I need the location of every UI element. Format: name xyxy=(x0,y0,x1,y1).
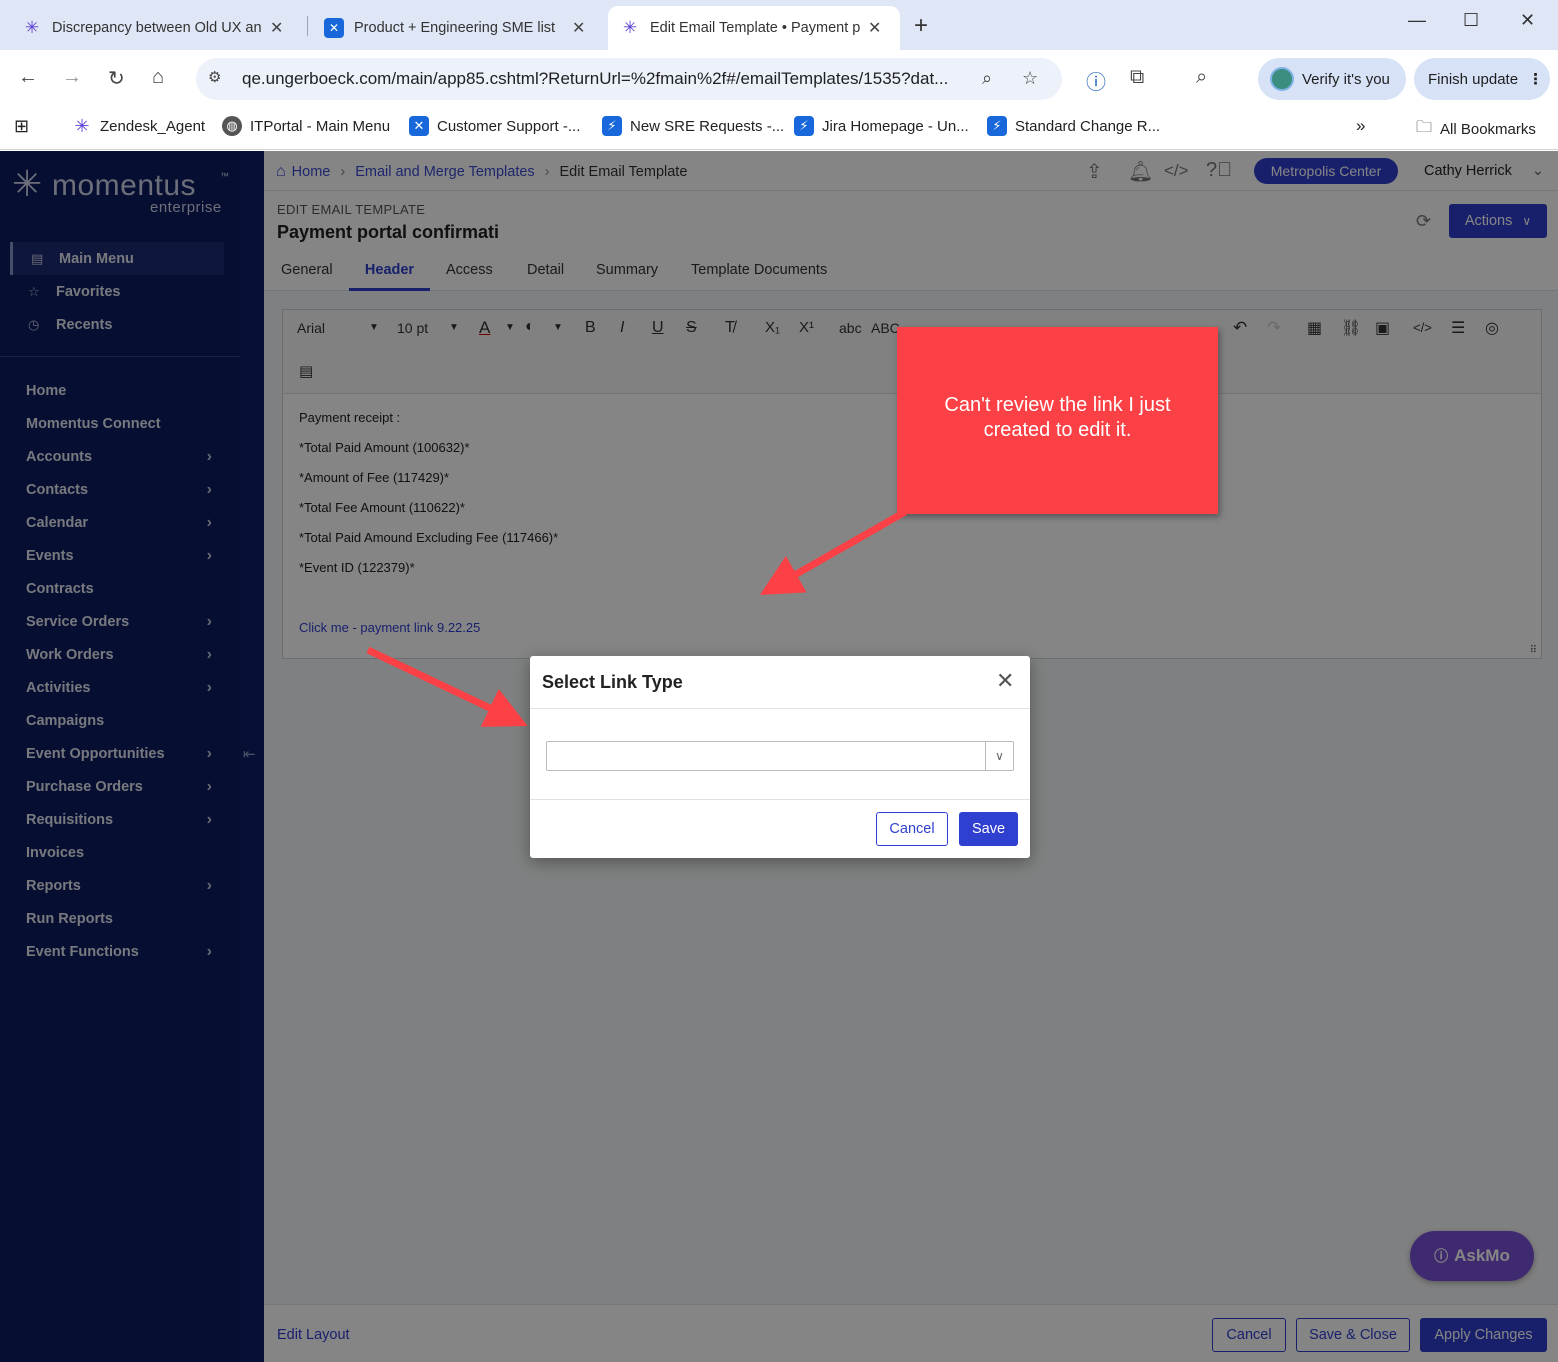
bookmark-label: New SRE Requests -... xyxy=(630,117,785,135)
back-icon[interactable]: ← xyxy=(18,66,38,89)
finish-update-button[interactable]: Finish update ⋮ xyxy=(1414,58,1550,100)
password-manager-icon[interactable]: ⓘ xyxy=(1086,66,1106,95)
dialog-divider xyxy=(530,708,1030,709)
bookmark-label: ITPortal - Main Menu xyxy=(250,117,391,135)
folder-icon: 🗀 xyxy=(1416,119,1433,136)
link-type-select[interactable]: ∨ xyxy=(546,741,1014,771)
omnibox[interactable]: ⚙ qe.ungerboeck.com/main/app85.cshtml?Re… xyxy=(196,58,1062,100)
kebab-menu-icon: ⋮ xyxy=(1528,71,1544,88)
bookmark-label: Standard Change R... xyxy=(1015,117,1161,135)
close-icon[interactable]: ✕ xyxy=(996,668,1014,694)
verify-label: Verify it's you xyxy=(1302,70,1390,88)
annotation-callout: Can't review the link I just created to … xyxy=(897,327,1218,514)
asterisk-icon: ✳ xyxy=(622,18,638,37)
reload-icon[interactable]: ↻ xyxy=(108,66,125,91)
dialog-title: Select Link Type xyxy=(542,672,683,692)
bookmark-standard-change[interactable]: ⚡ Standard Change R... xyxy=(987,116,1160,136)
jira-icon: ⚡ xyxy=(602,116,622,136)
extensions-icon[interactable]: ⧉ xyxy=(1130,66,1144,89)
confluence-icon: ✕ xyxy=(324,18,344,38)
star-icon[interactable]: ☆ xyxy=(1022,68,1038,89)
url-text: qe.ungerboeck.com/main/app85.cshtml?Retu… xyxy=(242,69,949,88)
home-icon[interactable]: ⌂ xyxy=(152,66,164,89)
new-tab-icon[interactable]: + xyxy=(914,12,928,40)
select-link-type-dialog: Select Link Type ✕ ∨ Cancel Save xyxy=(530,656,1030,858)
dialog-cancel-button[interactable]: Cancel xyxy=(876,812,948,846)
asterisk-icon: ✳ xyxy=(74,115,90,136)
verify-button[interactable]: Verify it's you xyxy=(1258,58,1406,100)
all-bookmarks-label: All Bookmarks xyxy=(1440,121,1536,138)
tab-title: Edit Email Template • Payment p xyxy=(650,20,860,36)
close-icon[interactable]: ✕ xyxy=(868,18,881,38)
forward-icon[interactable]: → xyxy=(62,66,82,89)
close-icon[interactable]: ✕ xyxy=(270,18,283,38)
bookmark-jira-homepage[interactable]: ⚡ Jira Homepage - Un... xyxy=(794,116,969,136)
bookmark-label: Jira Homepage - Un... xyxy=(822,117,969,135)
tab-title: Discrepancy between Old UX an xyxy=(52,20,262,36)
bookmark-itportal[interactable]: ◍ ITPortal - Main Menu xyxy=(222,116,390,136)
jira-icon: ⚡ xyxy=(987,116,1007,136)
more-bookmarks-icon[interactable]: » xyxy=(1356,116,1365,136)
address-bar-row: ← → ↻ ⌂ ⚙ qe.ungerboeck.com/main/app85.c… xyxy=(0,50,1558,108)
maximize-icon[interactable]: ☐ xyxy=(1463,10,1479,31)
chevron-down-icon[interactable]: ∨ xyxy=(985,742,1013,770)
browser-tab-3-active[interactable]: ✳ Edit Email Template • Payment p ✕ xyxy=(608,6,900,50)
close-icon[interactable]: ✕ xyxy=(572,18,585,38)
confluence-icon: ✕ xyxy=(409,116,429,136)
bookmark-customer-support[interactable]: ✕ Customer Support -... xyxy=(409,116,580,136)
tab-search-icon[interactable]: ⌕ xyxy=(1196,66,1207,89)
avatar xyxy=(1270,67,1294,91)
bookmarks-bar: ⊞ ✳ Zendesk_Agent ◍ ITPortal - Main Menu… xyxy=(0,108,1558,150)
minimize-icon[interactable]: — xyxy=(1408,10,1426,31)
bookmark-zendesk[interactable]: ✳ Zendesk_Agent xyxy=(72,116,205,136)
browser-tab-bar: ✳ Discrepancy between Old UX an ✕ ✕ Prod… xyxy=(0,0,1558,50)
globe-icon: ◍ xyxy=(222,116,242,136)
bookmark-label: Customer Support -... xyxy=(437,117,581,135)
zoom-icon[interactable]: ⌕ xyxy=(982,68,992,89)
browser-tab-1[interactable]: ✳ Discrepancy between Old UX an ✕ xyxy=(10,6,295,50)
dialog-save-button[interactable]: Save xyxy=(959,812,1018,846)
bookmark-label: Zendesk_Agent xyxy=(100,117,206,135)
asterisk-icon: ✳ xyxy=(24,18,40,37)
bookmark-sre-requests[interactable]: ⚡ New SRE Requests -... xyxy=(602,116,784,136)
site-settings-icon[interactable]: ⚙ xyxy=(208,68,221,86)
jira-icon: ⚡ xyxy=(794,116,814,136)
window-close-icon[interactable]: ✕ xyxy=(1520,10,1535,31)
tab-title: Product + Engineering SME list xyxy=(354,20,556,36)
apps-grid-icon[interactable]: ⊞ xyxy=(14,116,29,137)
finish-update-label: Finish update xyxy=(1428,70,1519,88)
browser-tab-2[interactable]: ✕ Product + Engineering SME list ✕ xyxy=(312,6,597,50)
all-bookmarks[interactable]: 🗀 All Bookmarks xyxy=(1416,116,1536,143)
dialog-divider xyxy=(530,799,1030,800)
